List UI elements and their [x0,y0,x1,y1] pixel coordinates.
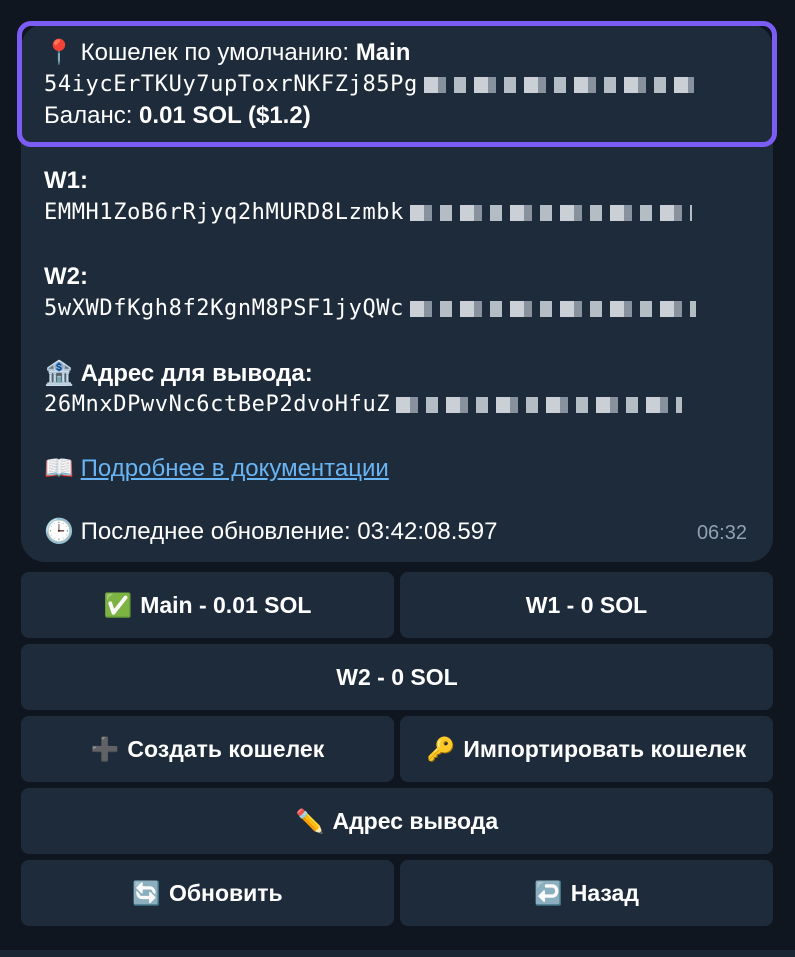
back-arrow-icon: ↩️ [534,880,563,907]
pixelated-address-tail [396,397,683,413]
w2-address-line[interactable]: 5wXWDfKgh8f2KgnM8PSF1jyQWc [44,293,696,325]
docs-line[interactable]: 📖 Подробнее в документации [44,452,389,485]
w2-label: W2: [44,263,88,290]
button-label: Создать кошелек [127,735,325,762]
key-icon: 🔑 [426,736,456,763]
book-icon: 📖 [44,454,74,482]
pixelated-address-tail [409,301,696,317]
wallet-w1-button[interactable]: W1 - 0 SOL [400,572,773,638]
message-time: 06:32 [696,522,747,544]
w1-address[interactable]: EMMH1ZoB6rRjyq2hMURD8Lzmbk [44,200,404,225]
check-icon: ✅ [103,592,133,619]
input-area-edge [0,950,795,957]
withdraw-label: Адрес для вывода: [80,360,313,387]
button-label: W2 - 0 SOL [336,663,458,690]
withdraw-address-line[interactable]: 26MnxDPwvNc6ctBeP2dvoHfuZ [44,389,683,421]
w1-label: W1: [44,167,88,194]
wallet-w2-button[interactable]: W2 - 0 SOL [21,644,773,710]
bank-icon: 🏦 [44,359,74,387]
button-label: Импортировать кошелек [463,735,747,762]
withdraw-address-button[interactable]: ✏️ Адрес вывода [21,788,773,854]
wallet-main-button[interactable]: ✅ Main - 0.01 SOL [21,572,394,638]
plus-icon: ➕ [90,736,120,763]
refresh-button[interactable]: 🔄 Обновить [21,860,394,926]
w2-address[interactable]: 5wXWDfKgh8f2KgnM8PSF1jyQWc [44,296,404,321]
withdraw-address[interactable]: 26MnxDPwvNc6ctBeP2dvoHfuZ [44,392,390,417]
w1-address-line[interactable]: EMMH1ZoB6rRjyq2hMURD8Lzmbk [44,197,692,229]
selection-highlight [17,21,777,147]
create-wallet-button[interactable]: ➕ Создать кошелек [21,716,394,782]
button-label: W1 - 0 SOL [525,591,648,618]
refresh-icon: 🔄 [132,880,161,907]
button-label: Назад [570,879,639,906]
pencil-icon: ✏️ [295,808,325,835]
pixelated-address-tail [409,205,692,221]
withdraw-line: 🏦 Адрес для вывода: [44,357,313,390]
docs-link[interactable]: Подробнее в документации [81,455,389,482]
clock-icon: 🕒 [44,517,74,545]
button-label: Обновить [168,879,283,906]
last-update-text: Последнее обновление: 03:42:08.597 [80,518,498,545]
button-label: Main - 0.01 SOL [140,591,312,618]
last-update-line: 🕒 Последнее обновление: 03:42:08.597 [44,515,497,548]
back-button[interactable]: ↩️ Назад [400,860,773,926]
import-wallet-button[interactable]: 🔑 Импортировать кошелек [400,716,773,782]
button-label: Адрес вывода [332,807,499,834]
